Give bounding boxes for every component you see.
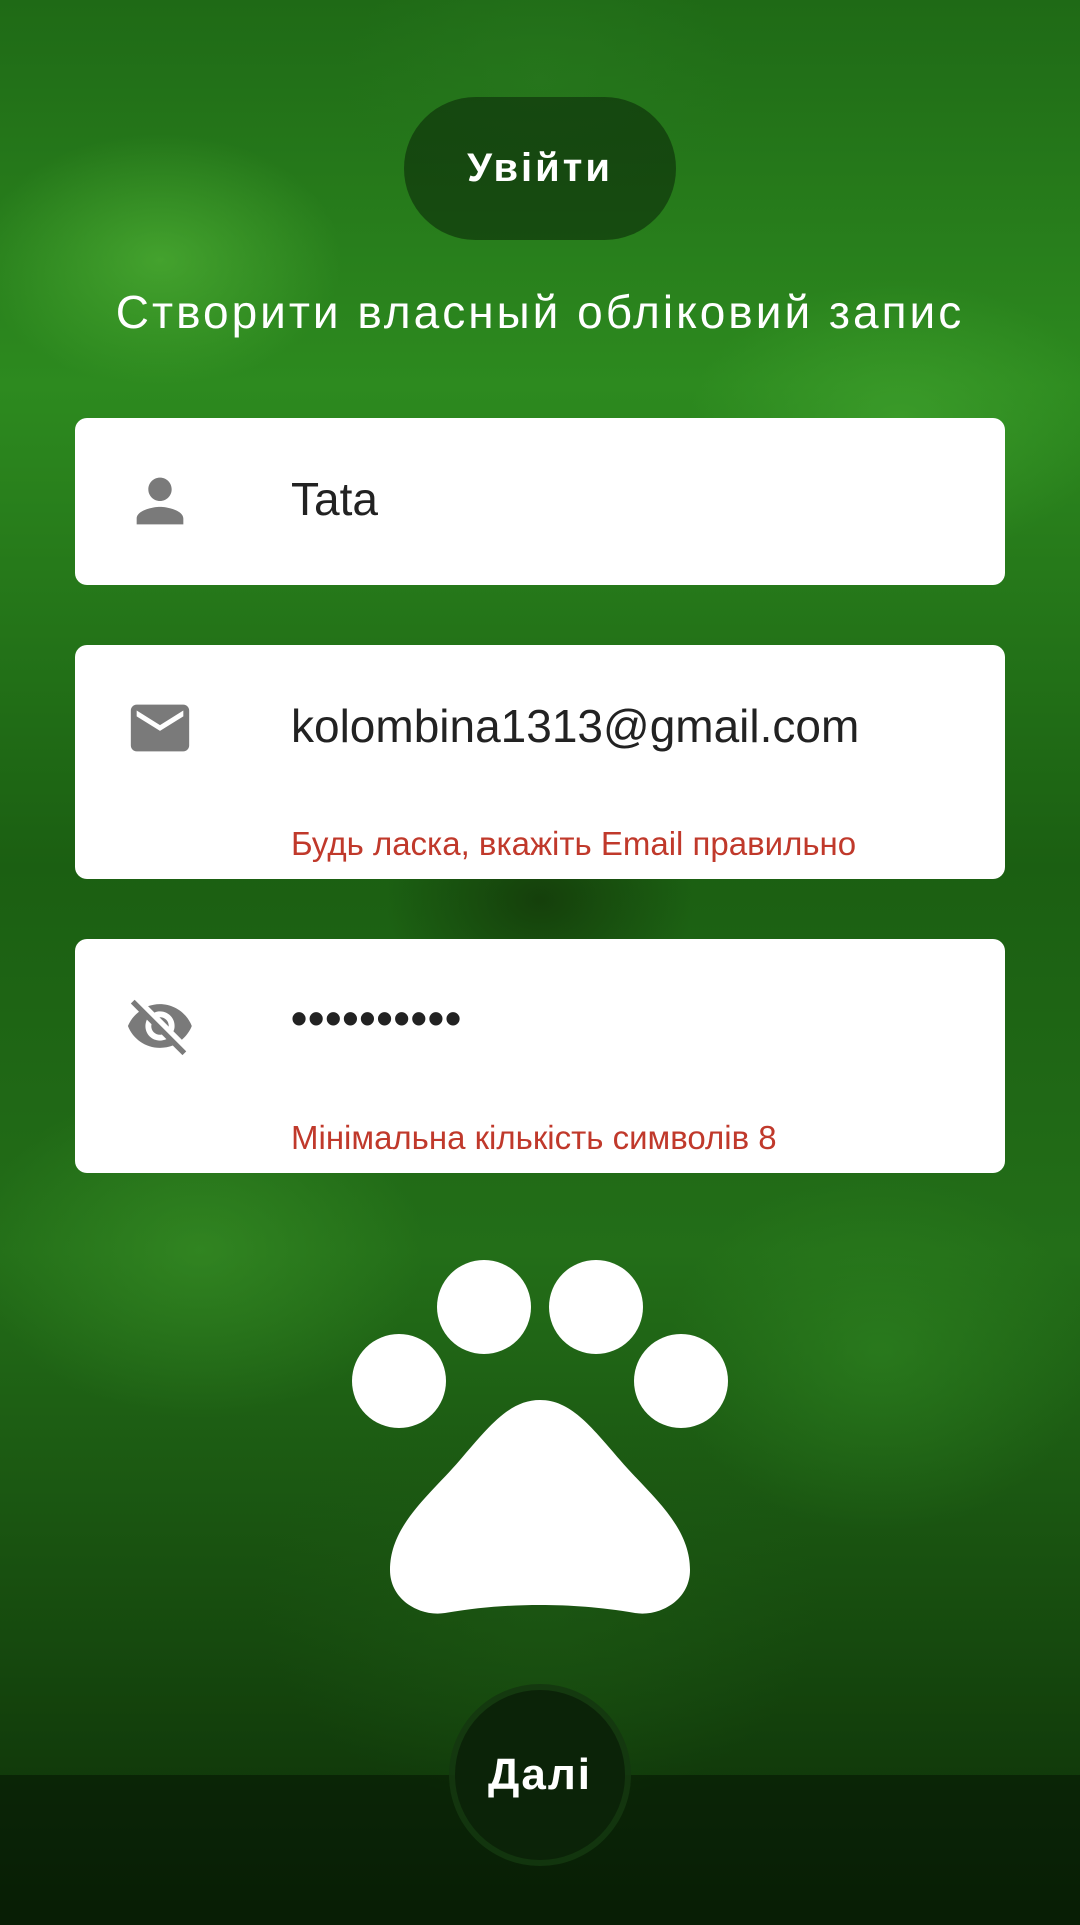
page-title: Створити власный обліковий запис bbox=[115, 286, 965, 338]
password-error-text: Мінімальна кількість символів 8 bbox=[291, 1119, 777, 1156]
next-button[interactable]: Далі bbox=[455, 1690, 625, 1860]
login-button-label: Увійти bbox=[467, 146, 613, 190]
name-value[interactable]: Tata bbox=[291, 472, 378, 526]
login-button[interactable]: Увійти bbox=[404, 97, 676, 240]
next-button-label: Далі bbox=[488, 1750, 592, 1799]
visibility-off-icon[interactable] bbox=[125, 991, 195, 1061]
password-value[interactable]: •••••••••• bbox=[291, 991, 462, 1045]
email-icon bbox=[130, 704, 190, 752]
name-field[interactable]: Tata bbox=[75, 418, 1005, 585]
email-field[interactable]: kolombina1313@gmail.com Будь ласка, вкаж… bbox=[75, 645, 1005, 879]
email-error-text: Будь ласка, вкажіть Email правильно bbox=[291, 825, 857, 862]
email-value[interactable]: kolombina1313@gmail.com bbox=[291, 699, 859, 753]
signup-screen: Увійти Створити власный обліковий запис … bbox=[0, 0, 1080, 1925]
person-icon bbox=[136, 477, 184, 525]
paw-logo bbox=[352, 1260, 728, 1614]
password-field[interactable]: •••••••••• Мінімальна кількість символів… bbox=[75, 939, 1005, 1173]
